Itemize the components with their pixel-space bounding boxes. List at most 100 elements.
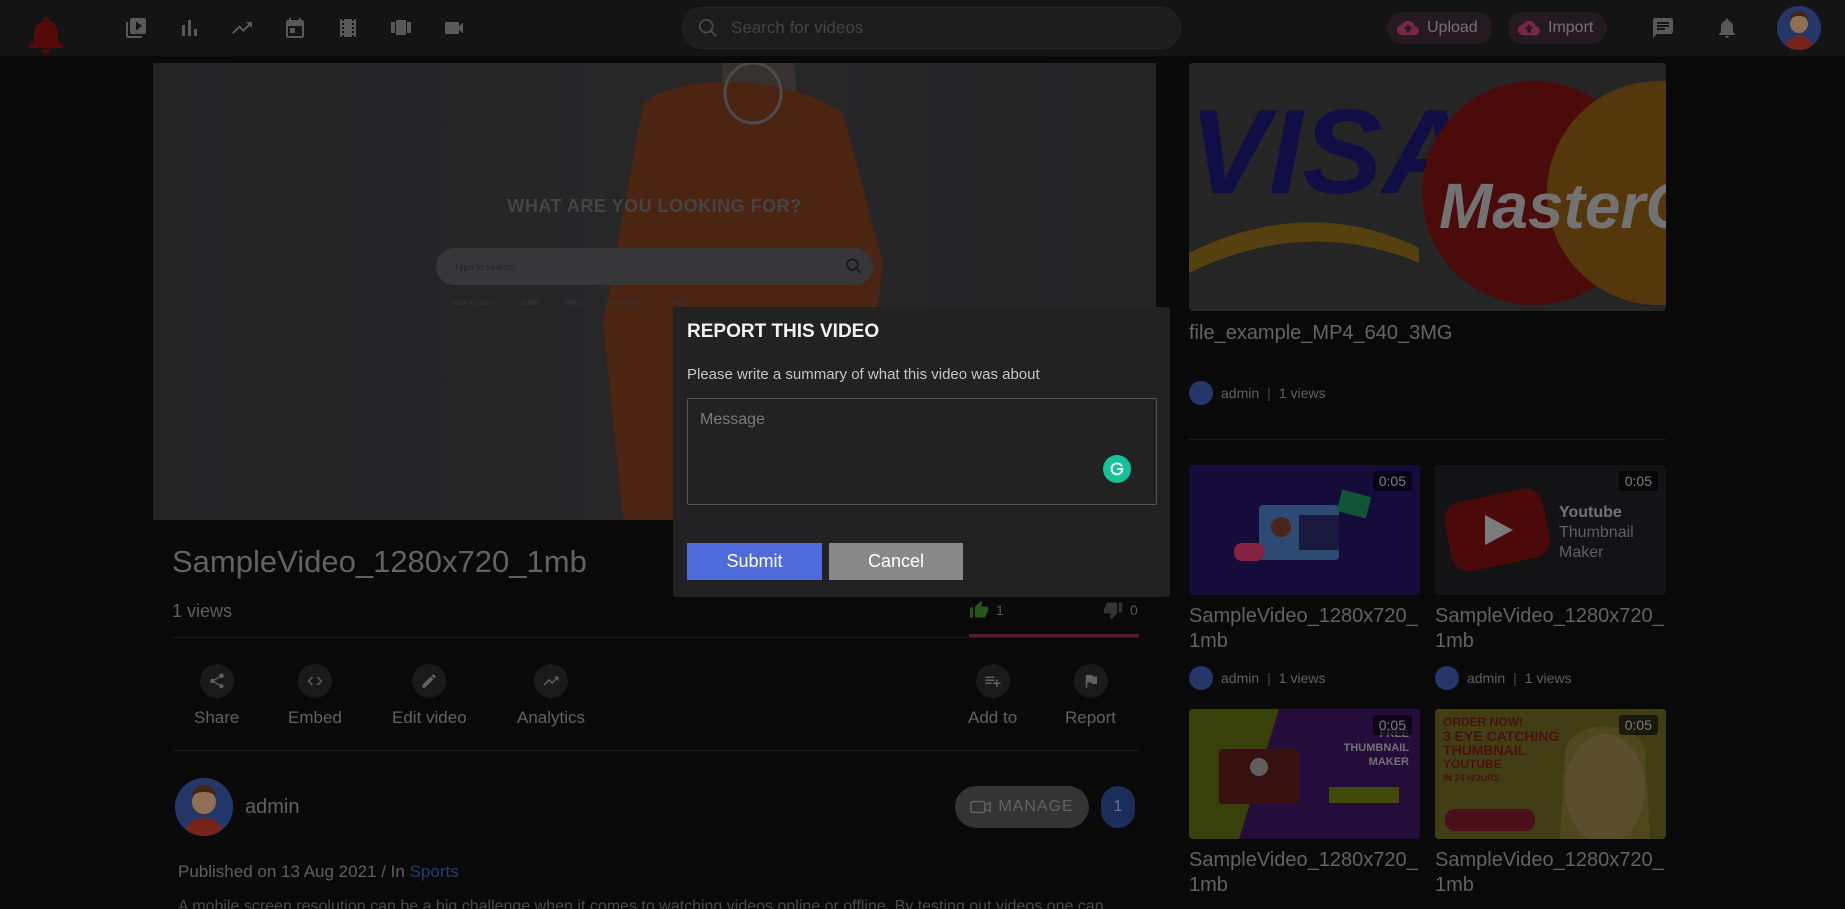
featured-video-title[interactable]: file_example_MP4_640_3MG — [1189, 322, 1453, 345]
modal-subtitle: Please write a summary of what this vide… — [687, 366, 1040, 383]
report-button[interactable]: Report — [1065, 664, 1116, 728]
videos-icon[interactable] — [122, 14, 150, 42]
edit-video-button[interactable]: Edit video — [392, 664, 467, 728]
category-link[interactable]: Sports — [410, 862, 459, 881]
author-avatar — [1189, 666, 1213, 690]
embed-label: Embed — [288, 708, 342, 727]
author-name[interactable]: admin — [1221, 670, 1259, 686]
channel-avatar[interactable] — [175, 778, 233, 836]
embed-button[interactable]: Embed — [288, 664, 342, 728]
messages-icon[interactable] — [1650, 16, 1676, 40]
bar-chart-icon[interactable] — [175, 14, 203, 42]
video-thumbnail[interactable]: Youtube Thumbnail Maker 0:05 — [1435, 465, 1666, 595]
thumbnail-caption-line: Youtube — [1559, 504, 1622, 521]
code-icon — [307, 676, 323, 686]
svg-text:MasterCard: MasterCard — [1439, 170, 1666, 242]
thumbnail-caption-line: THUMBNAIL — [1443, 742, 1527, 758]
player-search-placeholder: Type to search — [454, 261, 514, 272]
nav-icons — [122, 14, 468, 42]
player-search-bar: Type to search — [436, 248, 873, 285]
calendar-icon[interactable] — [281, 14, 309, 42]
thumbnail-caption: ORDER NOW! 3 EYE CATCHING THUMBNAIL YOUT… — [1443, 715, 1573, 785]
player-overlay-title: WHAT ARE YOU LOOKING FOR? — [507, 196, 802, 216]
player-search-icon — [846, 258, 862, 274]
author-avatar — [1189, 381, 1213, 405]
meta-separator: | — [1267, 670, 1271, 686]
cancel-button[interactable]: Cancel — [829, 543, 963, 580]
thumbs-up-icon — [969, 600, 989, 618]
search-icon — [698, 18, 717, 37]
featured-video-meta: admin | 1 views — [1189, 381, 1325, 405]
trending-icon[interactable] — [228, 14, 256, 42]
thumbnail-caption-line: 3 EYE CATCHING — [1443, 728, 1560, 744]
grammarly-icon[interactable] — [1103, 455, 1131, 483]
player-link: Ladies — [517, 300, 539, 307]
like-button[interactable]: 1 — [968, 600, 1004, 620]
modal-title: REPORT THIS VIDEO — [687, 321, 880, 342]
thumbnail-caption-line: IN 24 HOURS — [1443, 773, 1500, 783]
top-header: Upload Import — [0, 0, 1845, 56]
share-button[interactable]: Share — [194, 664, 239, 728]
channel-name[interactable]: admin — [245, 796, 299, 819]
video-duration: 0:05 — [1618, 471, 1658, 491]
author-name[interactable]: admin — [1221, 385, 1259, 401]
video-thumbnail[interactable]: FREE THUMBNAIL MAKER 0:05 — [1189, 709, 1420, 839]
pencil-icon — [422, 674, 437, 688]
video-title[interactable]: SampleVideo_1280x720_1mb — [1189, 604, 1420, 654]
thumbnail-caption-line: MAKER — [1368, 756, 1409, 768]
report-message-input[interactable] — [687, 398, 1157, 505]
video-views: 1 views — [172, 601, 233, 621]
thumbnail-caption-line: ORDER NOW! — [1443, 715, 1523, 729]
search-input[interactable] — [731, 18, 1151, 38]
notifications-bell-icon[interactable] — [1714, 16, 1740, 40]
video-meta: admin | 1 views — [1189, 666, 1325, 690]
flag-icon — [1085, 675, 1097, 688]
player-link: New Arrivals — [453, 300, 492, 307]
divider — [172, 637, 1139, 638]
search-bar[interactable] — [682, 7, 1181, 49]
analytics-button[interactable]: Analytics — [517, 664, 585, 728]
divider — [172, 750, 1139, 751]
visa-mastercard-thumbnail-art: VISA MasterCard — [1189, 63, 1666, 311]
video-title[interactable]: SampleVideo_1280x720_1mb — [1189, 848, 1420, 898]
dislike-button[interactable]: 0 — [1102, 600, 1138, 620]
edit-video-label: Edit video — [392, 708, 467, 727]
import-button[interactable]: Import — [1508, 12, 1608, 44]
user-avatar[interactable] — [1777, 6, 1821, 50]
playlist-add-icon — [985, 676, 1001, 687]
manage-button[interactable]: MANAGE — [955, 786, 1089, 828]
video-title[interactable]: SampleVideo_1280x720_1mb — [1435, 604, 1666, 654]
add-to-button[interactable]: Add to — [968, 664, 1017, 728]
video-thumbnail[interactable]: 0:05 — [1189, 465, 1420, 595]
upload-label: Upload — [1427, 19, 1478, 36]
published-info: Published on 13 Aug 2021 / In Sports — [178, 862, 459, 882]
video-description: A mobile screen resolution can be a big … — [178, 898, 1104, 909]
playlist-icon[interactable] — [387, 14, 415, 42]
published-date: Published on 13 Aug 2021 / In — [178, 862, 410, 881]
trending-icon — [543, 676, 559, 686]
video-title[interactable]: SampleVideo_1280x720_1mb — [1435, 848, 1666, 898]
analytics-label: Analytics — [517, 708, 586, 727]
submit-button[interactable]: Submit — [687, 543, 822, 580]
video-meta: admin | 1 views — [1435, 666, 1571, 690]
view-count: 1 views — [1524, 670, 1572, 686]
author-name[interactable]: admin — [1467, 670, 1505, 686]
bell-logo-icon[interactable] — [24, 14, 68, 54]
dislike-count: 0 — [1130, 602, 1138, 618]
manage-label: MANAGE — [998, 798, 1074, 815]
upload-button[interactable]: Upload — [1387, 12, 1492, 44]
meta-separator: | — [1267, 385, 1271, 401]
video-title: SampleVideo_1280x720_1mb — [172, 544, 587, 579]
player-links: New Arrivals Ladies Mens Accessories Sal… — [453, 300, 685, 307]
video-thumbnail[interactable]: ORDER NOW! 3 EYE CATCHING THUMBNAIL YOUT… — [1435, 709, 1666, 839]
thumbnail-caption-line: Maker — [1559, 544, 1604, 561]
subscriber-count-badge: 1 — [1101, 786, 1135, 828]
meta-separator: | — [1513, 670, 1517, 686]
view-count: 1 views — [1278, 670, 1326, 686]
share-icon — [209, 673, 224, 689]
featured-video-thumbnail[interactable]: VISA MasterCard — [1189, 63, 1666, 311]
film-icon[interactable] — [334, 14, 362, 42]
video-duration: 0:05 — [1372, 471, 1412, 491]
player-link: Sale — [671, 300, 686, 307]
camera-icon[interactable] — [440, 14, 468, 42]
